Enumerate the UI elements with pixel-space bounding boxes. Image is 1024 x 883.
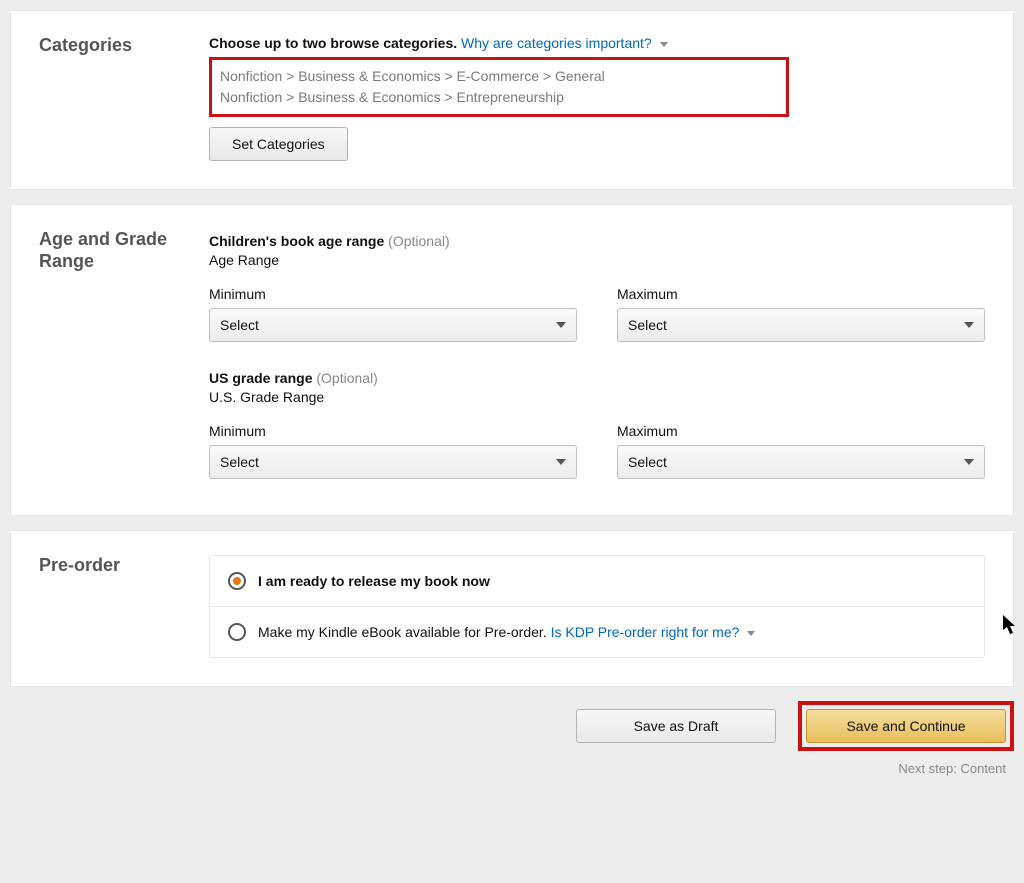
grade-max-select-value: Select xyxy=(628,454,667,470)
preorder-help-link[interactable]: Is KDP Pre-order right for me? xyxy=(551,624,756,640)
age-range-heading-text: Children's book age range xyxy=(209,233,384,249)
radio-icon xyxy=(228,572,246,590)
categories-help-link-text: Why are categories important? xyxy=(461,35,652,51)
age-range-subtext: Age Range xyxy=(209,252,985,268)
chevron-down-icon xyxy=(556,322,566,328)
category-path-2: Nonfiction > Business & Economics > Entr… xyxy=(220,87,778,108)
set-categories-button-label: Set Categories xyxy=(232,136,325,152)
age-max-select-value: Select xyxy=(628,317,667,333)
save-continue-button-label: Save and Continue xyxy=(846,718,965,734)
grade-min-select-value: Select xyxy=(220,454,259,470)
age-max-select[interactable]: Select xyxy=(617,308,985,342)
chevron-down-icon xyxy=(964,322,974,328)
preorder-option-release-now-label: I am ready to release my book now xyxy=(258,573,490,589)
age-max-label: Maximum xyxy=(617,286,985,302)
save-draft-button[interactable]: Save as Draft xyxy=(576,709,776,743)
footer-actions: Save as Draft Save and Continue xyxy=(10,701,1014,751)
age-min-select[interactable]: Select xyxy=(209,308,577,342)
categories-instruction: Choose up to two browse categories. Why … xyxy=(209,35,985,51)
categories-highlight-box: Nonfiction > Business & Economics > E-Co… xyxy=(209,57,789,117)
optional-tag: (Optional) xyxy=(388,233,449,249)
chevron-down-icon xyxy=(747,631,755,636)
chevron-down-icon xyxy=(660,42,668,47)
preorder-title: Pre-order xyxy=(39,555,209,577)
categories-title: Categories xyxy=(39,35,209,57)
radio-icon xyxy=(228,623,246,641)
grade-min-select[interactable]: Select xyxy=(209,445,577,479)
save-continue-highlight: Save and Continue xyxy=(798,701,1014,751)
age-min-label: Minimum xyxy=(209,286,577,302)
preorder-help-link-text: Is KDP Pre-order right for me? xyxy=(551,624,740,640)
grade-max-label: Maximum xyxy=(617,423,985,439)
chevron-down-icon xyxy=(556,459,566,465)
age-min-select-value: Select xyxy=(220,317,259,333)
preorder-option-preorder-text: Make my Kindle eBook available for Pre-o… xyxy=(258,624,547,640)
save-continue-button[interactable]: Save and Continue xyxy=(806,709,1006,743)
cursor-icon xyxy=(1003,615,1019,640)
next-step-hint: Next step: Content xyxy=(10,761,1006,776)
grade-max-select[interactable]: Select xyxy=(617,445,985,479)
grade-min-label: Minimum xyxy=(209,423,577,439)
categories-panel: Categories Choose up to two browse categ… xyxy=(10,10,1014,190)
age-grade-title: Age and Grade Range xyxy=(39,229,209,272)
set-categories-button[interactable]: Set Categories xyxy=(209,127,348,161)
grade-range-heading-text: US grade range xyxy=(209,370,312,386)
preorder-option-release-now[interactable]: I am ready to release my book now xyxy=(210,556,984,606)
preorder-option-preorder-label: Make my Kindle eBook available for Pre-o… xyxy=(258,624,755,640)
age-range-heading: Children's book age range (Optional) xyxy=(209,233,985,249)
grade-range-subtext: U.S. Grade Range xyxy=(209,389,985,405)
age-grade-panel: Age and Grade Range Children's book age … xyxy=(10,204,1014,516)
category-path-1: Nonfiction > Business & Economics > E-Co… xyxy=(220,66,778,87)
preorder-panel: Pre-order I am ready to release my book … xyxy=(10,530,1014,687)
optional-tag: (Optional) xyxy=(316,370,377,386)
preorder-option-preorder[interactable]: Make my Kindle eBook available for Pre-o… xyxy=(210,606,984,657)
save-draft-button-label: Save as Draft xyxy=(634,718,719,734)
preorder-radio-group: I am ready to release my book now Make m… xyxy=(209,555,985,658)
chevron-down-icon xyxy=(964,459,974,465)
grade-range-heading: US grade range (Optional) xyxy=(209,370,985,386)
categories-help-link[interactable]: Why are categories important? xyxy=(461,35,668,51)
categories-instruction-text: Choose up to two browse categories. xyxy=(209,35,457,51)
